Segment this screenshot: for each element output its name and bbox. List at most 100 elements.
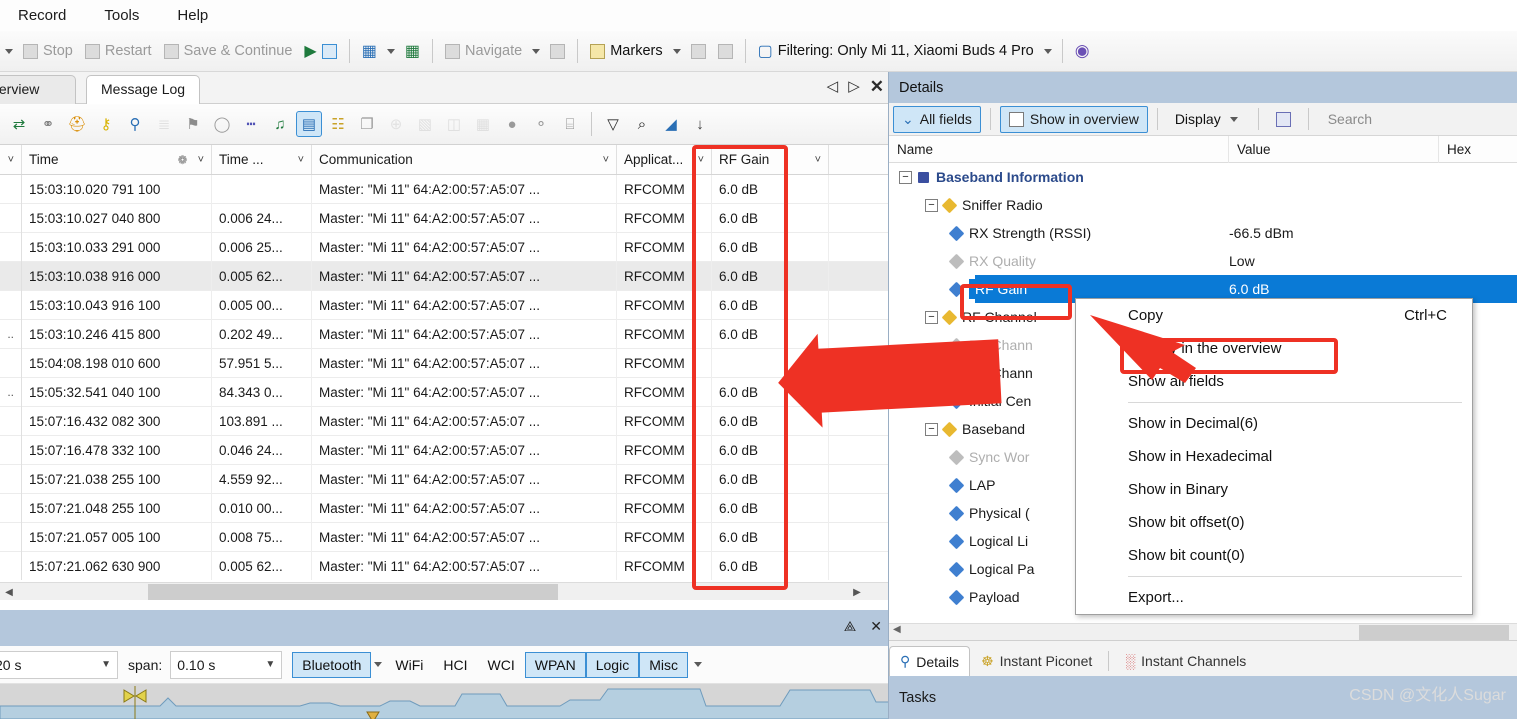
context-menu-item-export[interactable]: Export... [1076,581,1472,614]
table-row[interactable]: 15:03:10.020 791 100 Master: "Mi 11" 64:A… [0,175,890,204]
context-menu-item-show-in-binary[interactable]: Show in Binary [1076,473,1472,506]
markers-button[interactable]: Markers [585,41,667,61]
details-column-hex[interactable]: Hex [1439,136,1517,163]
table-row[interactable]: 15:04:08.198 010 600 57.951 5... Master: "… [0,348,890,378]
funnel-icon[interactable]: ▽ [600,111,626,137]
context-menu-item-show-bit-count-0[interactable]: Show bit count(0) [1076,539,1472,572]
key-icon[interactable]: ⚷ [93,111,119,137]
column-header-communication[interactable]: Communication ˅ [312,145,617,174]
tree-node[interactable]: RX Quality Low [889,247,1517,275]
table-row[interactable]: .. 15:05:32.541 040 100 84.343 0... Master:… [0,377,890,407]
filtering-dropdown-caret[interactable] [1043,48,1052,54]
tab-next-icon[interactable]: ▷ [848,78,860,96]
chevron-down-icon[interactable]: ˅ [298,154,304,166]
column-header-index[interactable]: ˅ [0,145,22,174]
link-icon[interactable]: ⚭ [35,111,61,137]
table-row[interactable]: 15:07:21.048 255 100 0.010 00... Master: "… [0,493,890,523]
chevron-down-icon[interactable]: ˅ [815,154,821,166]
stop-button[interactable]: Stop [18,41,78,61]
expander-collapse-icon[interactable]: − [925,422,938,436]
expander-collapse-icon[interactable]: − [925,198,938,212]
antenna-down-icon[interactable]: ↓ [687,111,713,137]
tab-prev-icon[interactable]: ◁ [827,78,839,96]
set-marker-button[interactable]: ▦ [357,39,382,63]
filtering-button[interactable]: ▢ Filtering: Only Mi 11, Xiaomi Buds 4 P… [753,39,1039,63]
close-icon[interactable]: ✕ [870,618,882,635]
protocol-pill-wci[interactable]: WCI [478,652,525,678]
table-row[interactable]: 15:07:21.038 255 100 4.559 92... Master: "… [0,464,890,494]
magnifier-icon[interactable]: ⚲ [122,111,148,137]
search-input[interactable]: Search [1318,111,1372,127]
arrow-swap-icon[interactable]: ⇄ [6,111,32,137]
context-menu-item-show-bit-offset-0[interactable]: Show bit offset(0) [1076,506,1472,539]
scroll-left-icon[interactable]: ◀ [0,583,18,601]
tab-overview[interactable]: Overview [0,75,76,104]
protocol-pill-logic[interactable]: Logic [585,651,640,678]
table-row[interactable]: 15:03:10.033 291 000 0.006 25... Master: "… [0,232,890,262]
chevron-down-icon[interactable]: ˅ [198,154,204,166]
details-tab-instant-channels[interactable]: ░ Instant Channels [1114,646,1257,676]
context-menu-item-copy[interactable]: Copy Ctrl+C [1076,299,1472,332]
checkered-flag-icon[interactable]: ⚑ [180,111,206,137]
page-icon[interactable]: ▧ [412,111,438,137]
book-open-icon[interactable]: ◫ [441,111,467,137]
tree-node[interactable]: − Baseband Information [889,163,1517,191]
bell-icon[interactable]: ⛑ [64,111,90,137]
grid-icon[interactable]: ▦ [470,111,496,137]
waveform-icon[interactable]: ┅ [238,111,264,137]
protocol-pill-wpan[interactable]: WPAN [524,651,586,678]
search-icon[interactable]: ⌕ [629,111,655,137]
binary-icon[interactable]: ⌸ [557,111,583,137]
details-column-value[interactable]: Value [1229,135,1439,163]
paint-bucket-icon[interactable]: ◢ [658,111,684,137]
restart-button[interactable]: Restart [80,41,157,61]
record-dropdown-caret[interactable] [5,48,13,54]
chevron-down-icon[interactable]: ˅ [698,154,704,166]
chevron-down-icon[interactable]: ˅ [603,154,609,166]
mouse-icon[interactable]: ◯ [209,111,235,137]
navigate-button[interactable]: Navigate [440,41,527,61]
close-icon[interactable]: ✕ [870,78,884,96]
save-continue-button[interactable]: Save & Continue [159,41,298,61]
navigate-dropdown-caret[interactable] [532,48,541,54]
column-header-time-delta[interactable]: Time ... ˅ [212,145,312,174]
chevron-down-icon[interactable] [1229,116,1238,122]
protocol-pill-wifi[interactable]: WiFi [385,652,433,678]
context-menu-item-show-in-hexadecimal[interactable]: Show in Hexadecimal [1076,440,1472,473]
context-menu-item-display-in-the-overview[interactable]: Display in the overview [1076,332,1472,365]
tab-message-log[interactable]: Message Log [86,75,201,104]
copy-icon[interactable]: ❐ [354,111,380,137]
save-fields-button[interactable] [1268,106,1299,133]
table-row[interactable]: 15:03:10.043 916 100 0.005 00... Master: "… [0,290,890,320]
table-row[interactable]: 15:07:16.432 082 300 103.891 ... Master: "… [0,406,890,436]
tree-node[interactable]: − Sniffer Radio [889,191,1517,219]
context-menu-item-show-all-fields[interactable]: Show all fields [1076,365,1472,398]
help-round-button[interactable]: ◉ [1070,39,1095,63]
details-scroll-thumb[interactable] [1359,625,1509,640]
table-row[interactable]: .. 15:03:10.246 415 800 0.202 49... Master:… [0,319,890,349]
pin-icon[interactable]: ❁ [178,153,188,167]
run-button[interactable]: ▶ [299,39,341,63]
bluetooth-dropdown-caret[interactable] [374,662,383,667]
expander-collapse-icon[interactable]: − [899,170,912,184]
span-select[interactable]: 0.10 s ▼ [170,650,283,679]
scroll-right-icon[interactable]: ▶ [848,583,866,601]
protocol-pill-misc[interactable]: Misc [639,651,688,678]
protocol-dropdown-caret[interactable] [693,662,702,667]
chevron-down-icon[interactable]: ▼ [251,659,275,670]
display-button[interactable]: Display [1167,106,1249,133]
table-horizontal-scrollbar[interactable]: ◀ ▶ [0,582,890,600]
details-tab-instant-piconet[interactable]: ☸ Instant Piconet [970,646,1103,676]
horizontal-scroll-thumb[interactable] [148,584,558,600]
books-icon[interactable]: ☷ [325,111,351,137]
table-row[interactable]: 15:03:10.027 040 800 0.006 24... Master: "… [0,203,890,233]
markers-dropdown-caret[interactable] [672,48,681,54]
network-icon[interactable]: ⚬ [528,111,554,137]
protocol-pill-hci[interactable]: HCI [433,652,477,678]
globe-icon[interactable]: ● [499,111,525,137]
marker-next-button[interactable] [713,42,738,61]
range-select[interactable]: 20 s ▼ [0,650,118,679]
expander-collapse-icon[interactable]: − [925,310,938,324]
scroll-left-icon[interactable]: ◀ [893,624,901,635]
details-tab-details[interactable]: ⚲ Details [889,646,971,676]
